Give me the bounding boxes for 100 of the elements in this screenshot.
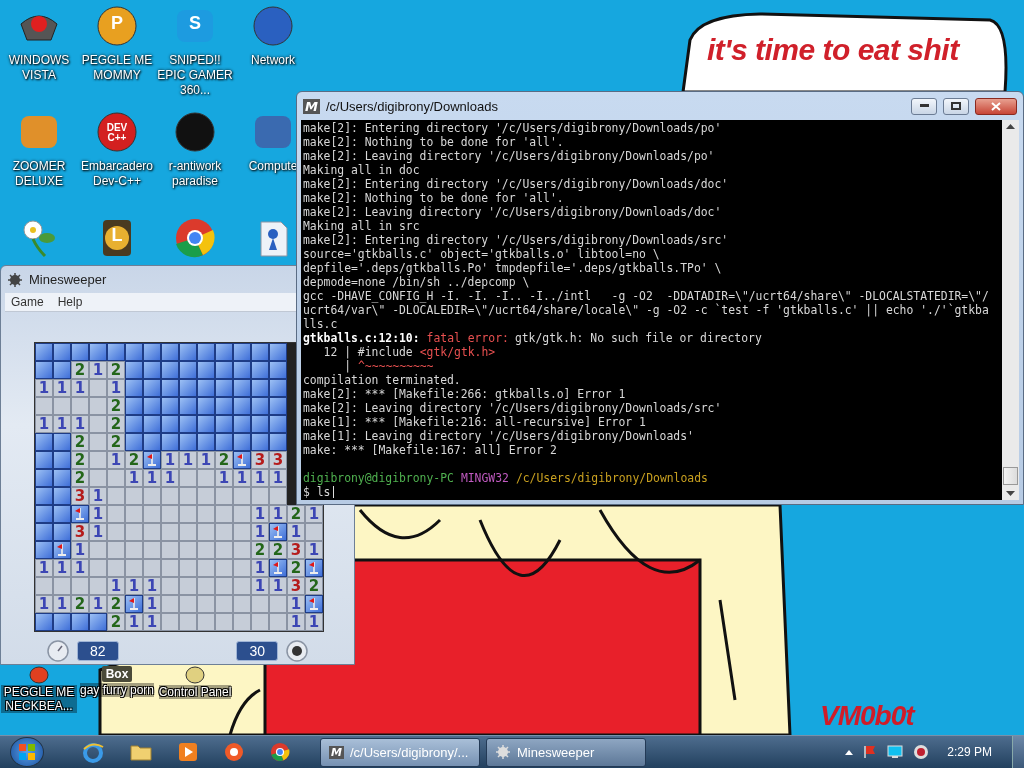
covered-tile[interactable] (197, 379, 215, 397)
speaker-icon[interactable] (913, 744, 930, 760)
number-tile[interactable]: 1 (287, 595, 305, 613)
flagged-tile[interactable] (269, 523, 287, 541)
revealed-tile[interactable] (107, 469, 125, 487)
revealed-tile[interactable] (179, 487, 197, 505)
revealed-tile[interactable] (53, 577, 71, 595)
number-tile[interactable]: 1 (305, 505, 323, 523)
revealed-tile[interactable] (197, 523, 215, 541)
number-tile[interactable]: 2 (305, 577, 323, 595)
revealed-tile[interactable] (233, 487, 251, 505)
covered-tile[interactable] (143, 379, 161, 397)
revealed-tile[interactable] (215, 595, 233, 613)
number-tile[interactable]: 1 (161, 451, 179, 469)
number-tile[interactable]: 1 (251, 559, 269, 577)
revealed-tile[interactable] (215, 541, 233, 559)
number-tile[interactable]: 2 (71, 433, 89, 451)
number-tile[interactable]: 1 (143, 469, 161, 487)
revealed-tile[interactable] (125, 541, 143, 559)
covered-tile[interactable] (161, 343, 179, 361)
covered-tile[interactable] (251, 397, 269, 415)
desktop-icon-label[interactable]: Network (251, 53, 295, 68)
covered-tile[interactable] (71, 343, 89, 361)
number-tile[interactable]: 2 (269, 541, 287, 559)
covered-tile[interactable] (125, 343, 143, 361)
revealed-tile[interactable] (197, 469, 215, 487)
covered-tile[interactable] (197, 433, 215, 451)
covered-tile[interactable] (53, 451, 71, 469)
revealed-tile[interactable] (125, 487, 143, 505)
number-tile[interactable]: 1 (215, 469, 233, 487)
revealed-tile[interactable] (107, 487, 125, 505)
menu-item[interactable]: Game (5, 293, 50, 311)
number-tile[interactable]: 1 (143, 577, 161, 595)
covered-tile[interactable] (143, 343, 161, 361)
number-tile[interactable]: 1 (305, 613, 323, 631)
covered-tile[interactable] (179, 433, 197, 451)
number-tile[interactable]: 1 (53, 415, 71, 433)
number-tile[interactable]: 1 (125, 613, 143, 631)
covered-tile[interactable] (35, 469, 53, 487)
covered-tile[interactable] (161, 415, 179, 433)
covered-tile[interactable] (215, 343, 233, 361)
revealed-tile[interactable] (179, 505, 197, 523)
covered-tile[interactable] (125, 433, 143, 451)
revealed-tile[interactable] (179, 577, 197, 595)
revealed-tile[interactable] (251, 613, 269, 631)
covered-tile[interactable] (215, 415, 233, 433)
covered-tile[interactable] (125, 415, 143, 433)
flagged-tile[interactable] (71, 505, 89, 523)
covered-tile[interactable] (179, 379, 197, 397)
covered-tile[interactable] (233, 433, 251, 451)
revealed-tile[interactable] (89, 379, 107, 397)
scrollbar[interactable] (1002, 120, 1019, 500)
revealed-tile[interactable] (107, 523, 125, 541)
revealed-tile[interactable] (143, 487, 161, 505)
flagged-tile[interactable] (305, 595, 323, 613)
number-tile[interactable]: 2 (287, 559, 305, 577)
desktop-icon-label[interactable]: WINDOWS VISTA (1, 53, 77, 83)
revealed-tile[interactable] (89, 415, 107, 433)
revealed-tile[interactable] (161, 541, 179, 559)
number-tile[interactable]: 1 (107, 379, 125, 397)
revealed-tile[interactable] (233, 541, 251, 559)
revealed-tile[interactable] (233, 613, 251, 631)
covered-tile[interactable] (233, 397, 251, 415)
covered-tile[interactable] (35, 505, 53, 523)
covered-tile[interactable] (53, 433, 71, 451)
maximize-button[interactable] (943, 97, 969, 115)
number-tile[interactable]: 2 (287, 505, 305, 523)
covered-tile[interactable] (125, 397, 143, 415)
revealed-tile[interactable] (161, 523, 179, 541)
covered-tile[interactable] (197, 397, 215, 415)
number-tile[interactable]: 1 (35, 559, 53, 577)
covered-tile[interactable] (53, 613, 71, 631)
revealed-tile[interactable] (233, 559, 251, 577)
number-tile[interactable]: 2 (251, 541, 269, 559)
scroll-down-icon[interactable] (1006, 491, 1015, 496)
taskbar-button[interactable]: M /c/Users/digibrony/... (320, 737, 480, 767)
revealed-tile[interactable] (197, 541, 215, 559)
number-tile[interactable]: 1 (287, 613, 305, 631)
revealed-tile[interactable] (179, 523, 197, 541)
covered-tile[interactable] (53, 523, 71, 541)
number-tile[interactable]: 1 (71, 379, 89, 397)
number-tile[interactable]: 2 (107, 595, 125, 613)
chrome-icon[interactable] (173, 216, 217, 260)
covered-tile[interactable] (269, 361, 287, 379)
number-tile[interactable]: 2 (107, 361, 125, 379)
revealed-tile[interactable] (53, 397, 71, 415)
covered-tile[interactable] (53, 343, 71, 361)
revealed-tile[interactable] (143, 559, 161, 577)
revealed-tile[interactable] (215, 523, 233, 541)
number-tile[interactable]: 1 (53, 595, 71, 613)
covered-tile[interactable] (35, 343, 53, 361)
covered-tile[interactable] (35, 613, 53, 631)
covered-tile[interactable] (215, 433, 233, 451)
revealed-tile[interactable] (161, 505, 179, 523)
revealed-tile[interactable] (89, 577, 107, 595)
ball-icon[interactable] (29, 666, 49, 684)
revealed-tile[interactable] (143, 505, 161, 523)
revealed-tile[interactable] (215, 577, 233, 595)
number-tile[interactable]: 2 (215, 451, 233, 469)
app-icon[interactable] (224, 742, 244, 762)
